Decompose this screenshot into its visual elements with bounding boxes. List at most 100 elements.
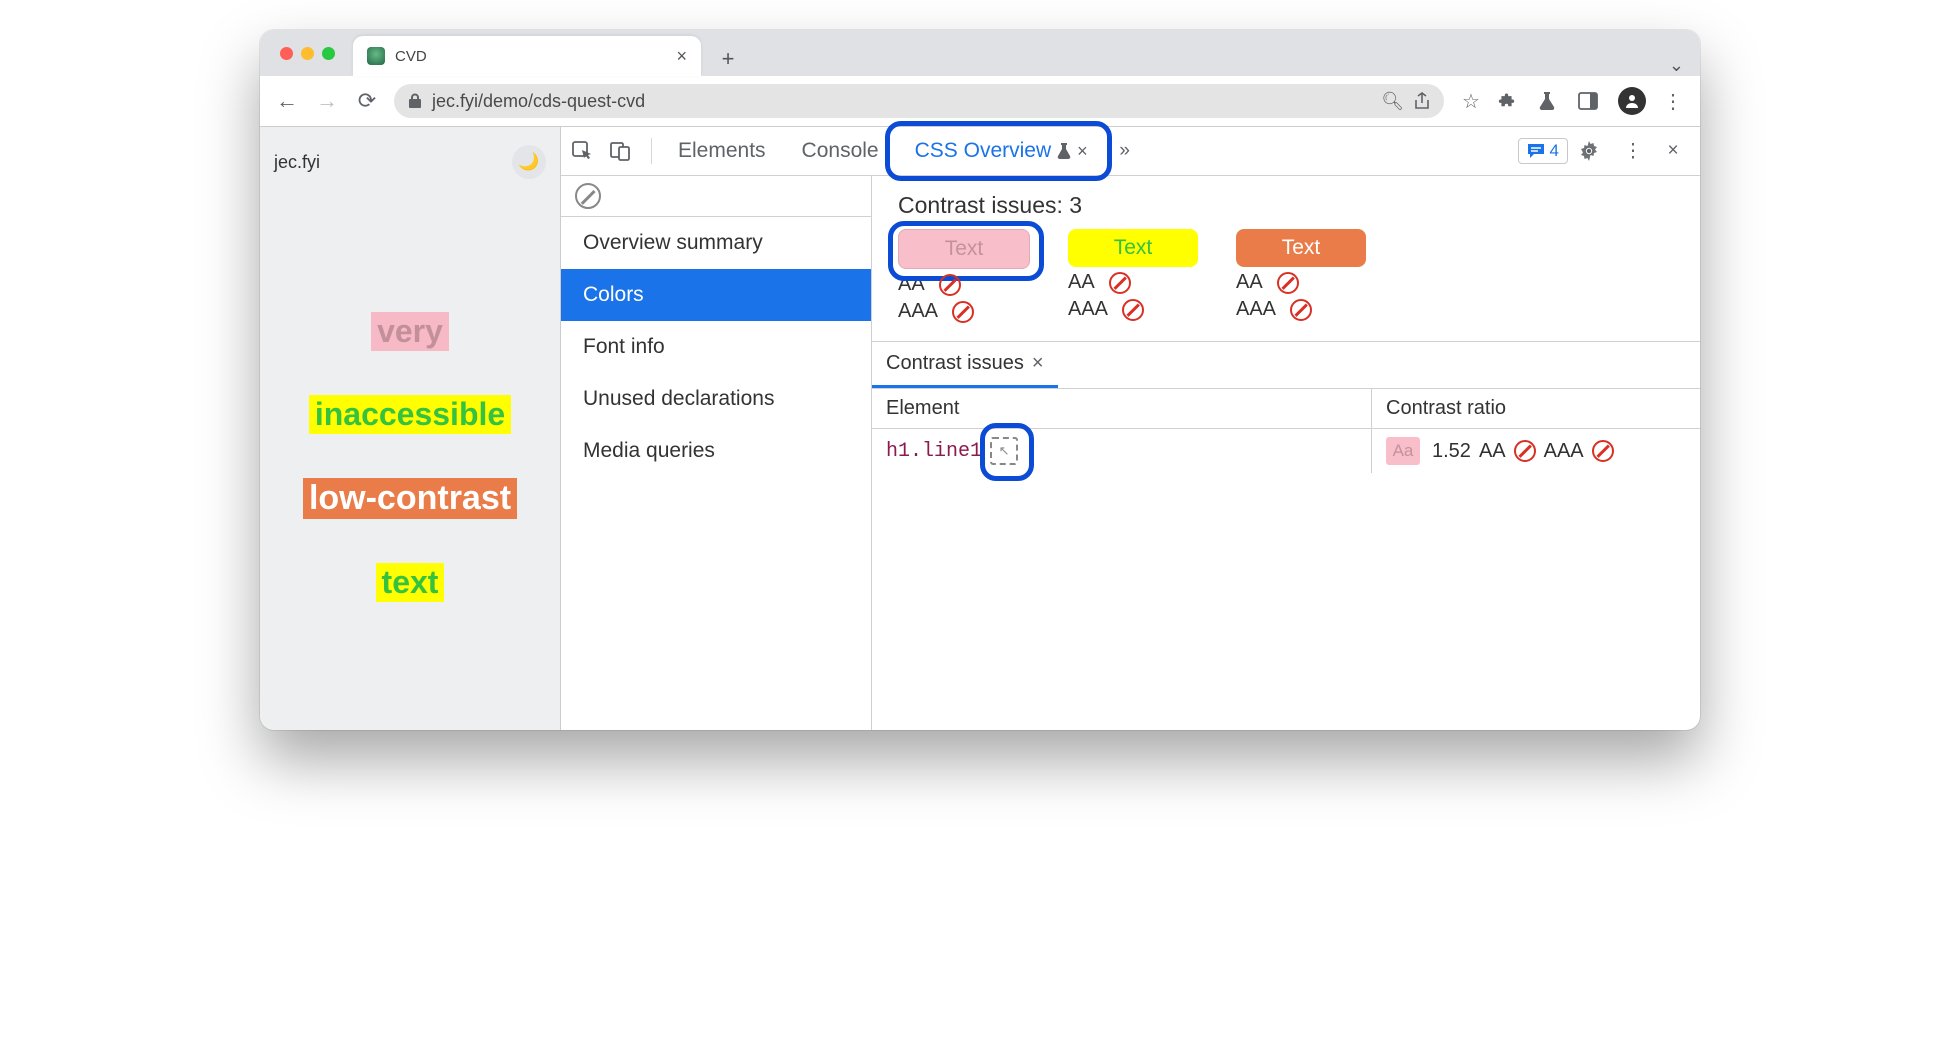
sample-text-2: inaccessible [309,395,511,434]
more-tabs-icon[interactable]: » [1110,140,1140,162]
contrast-swatch-3[interactable]: Text AA AAA [1236,229,1366,323]
rating-aa: AA [898,273,1030,296]
close-devtools-icon[interactable]: × [1658,140,1688,162]
browser-tab[interactable]: CVD × [353,36,701,76]
devtools-panel: Elements Console CSS Overview × » 4 [561,127,1700,730]
page-body: very inaccessible low-contrast text [260,183,560,730]
fail-icon [1109,272,1131,294]
device-toolbar-icon[interactable] [609,140,639,162]
rendered-page: jec.fyi 🌙 very inaccessible low-contrast… [260,127,561,730]
flask-icon [1057,143,1071,159]
favicon-icon [367,47,385,65]
css-overview-main: Contrast issues: 3 Text AA AAA Text AA [872,176,1700,730]
close-tab-icon[interactable]: × [676,46,687,67]
tab-elements[interactable]: Elements [664,127,780,175]
page-header: jec.fyi 🌙 [260,127,560,183]
fail-icon [1277,272,1299,294]
profile-icon[interactable] [1618,87,1646,115]
rating-aa: AA [1068,271,1198,294]
browser-window: CVD × + ⌄ ← → ⟳ jec.fyi/demo/cds-quest-c… [260,30,1700,730]
fail-icon [1122,299,1144,321]
sidebar-item-colors[interactable]: Colors [561,269,871,321]
new-tab-button[interactable]: + [711,42,745,76]
fail-icon [952,301,974,323]
sample-text-1: very [371,312,449,351]
forward-button[interactable]: → [314,88,340,114]
extensions-icon[interactable] [1498,91,1524,111]
contrast-swatch-1[interactable]: Text AA AAA [898,229,1030,323]
devtools-body: Overview summary Colors Font info Unused… [561,176,1700,730]
element-selector: h1.line1 [886,440,982,463]
fail-icon [1514,440,1536,462]
address-bar[interactable]: jec.fyi/demo/cds-quest-cvd 🔍︎ [394,84,1444,118]
rating-aaa: AAA [1236,298,1366,321]
close-window-icon[interactable] [280,47,293,60]
close-tab-icon[interactable]: × [1077,141,1088,162]
sidebar-item-overview-summary[interactable]: Overview summary [561,217,871,269]
aaa-label: AAA [1544,440,1584,463]
site-label: jec.fyi [274,152,320,173]
content-area: jec.fyi 🌙 very inaccessible low-contrast… [260,127,1700,730]
tab-title: CVD [395,48,427,65]
clear-icon[interactable] [575,183,601,209]
contrast-issues-tab-label: Contrast issues [886,352,1024,375]
col-contrast-ratio: Contrast ratio [1372,389,1700,428]
zoom-icon[interactable]: 🔍︎ [1381,91,1404,112]
sidebar-top [561,176,871,217]
messages-badge[interactable]: 4 [1518,138,1568,164]
scroll-into-view-icon[interactable]: ↖ [990,437,1018,465]
dark-mode-toggle[interactable]: 🌙 [512,145,546,179]
rating-aaa: AAA [1068,298,1198,321]
kebab-menu-icon[interactable]: ⋮ [1618,140,1648,163]
tab-css-overview-label: CSS Overview [915,139,1052,163]
contrast-table-row[interactable]: h1.line1 ↖ Aa 1.52 AA AAA [872,429,1700,473]
fail-icon [1592,440,1614,462]
devtools-right-controls: 4 ⋮ × [1518,138,1700,164]
css-overview-sidebar: Overview summary Colors Font info Unused… [561,176,872,730]
contrast-issues-tab[interactable]: Contrast issues × [872,342,1058,388]
tab-strip: CVD × + ⌄ [260,30,1700,76]
share-icon[interactable] [1414,92,1430,110]
ratio-value: 1.52 [1432,440,1471,463]
sidebar-item-font-info[interactable]: Font info [561,321,871,373]
color-chip: Aa [1386,437,1420,465]
fail-icon [1290,299,1312,321]
devtools-tab-bar: Elements Console CSS Overview × » 4 [561,127,1700,176]
message-icon [1527,143,1545,159]
aa-label: AA [1479,440,1506,463]
contrast-issues-tabs: Contrast issues × [872,341,1700,389]
tab-css-overview[interactable]: CSS Overview × [901,127,1102,175]
close-icon[interactable]: × [1032,352,1044,375]
reload-button[interactable]: ⟳ [354,88,380,114]
window-controls [272,30,343,76]
back-button[interactable]: ← [274,88,300,114]
fail-icon [939,274,961,296]
swatch-box: Text [1236,229,1366,267]
separator [651,138,652,164]
kebab-menu-icon[interactable]: ⋮ [1660,89,1686,114]
rating-aa: AA [1236,271,1366,294]
messages-count: 4 [1550,141,1559,161]
maximize-window-icon[interactable] [322,47,335,60]
contrast-table-header: Element Contrast ratio [872,389,1700,429]
contrast-issues-title: Contrast issues: 3 [898,192,1674,219]
sample-text-3: low-contrast [303,478,517,519]
swatch-box: Text [1068,229,1198,267]
contrast-swatch-2[interactable]: Text AA AAA [1068,229,1198,323]
cell-contrast-ratio: Aa 1.52 AA AAA [1372,429,1700,473]
settings-icon[interactable] [1578,140,1608,162]
tabs-overflow-icon[interactable]: ⌄ [1669,55,1684,76]
col-element: Element [872,389,1372,428]
sidebar-item-unused-declarations[interactable]: Unused declarations [561,373,871,425]
labs-icon[interactable] [1538,91,1564,111]
bookmark-icon[interactable]: ☆ [1458,89,1484,114]
inspect-element-icon[interactable] [571,140,601,162]
lock-icon [408,93,422,109]
sidebar-item-media-queries[interactable]: Media queries [561,425,871,477]
cell-element: h1.line1 ↖ [872,429,1372,473]
minimize-window-icon[interactable] [301,47,314,60]
tab-console[interactable]: Console [788,127,893,175]
side-panel-icon[interactable] [1578,92,1604,110]
swatch-box: Text [898,229,1030,269]
toolbar: ← → ⟳ jec.fyi/demo/cds-quest-cvd 🔍︎ ☆ ⋮ [260,76,1700,127]
